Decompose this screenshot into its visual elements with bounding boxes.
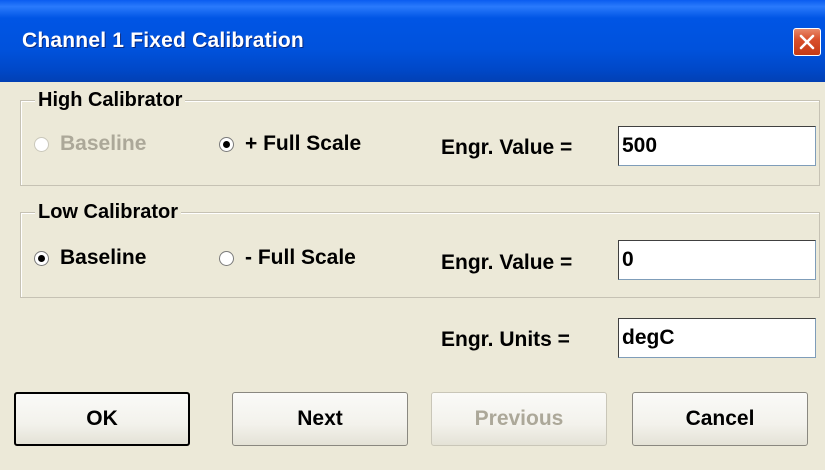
low-full-scale-radio[interactable]: - Full Scale [219,246,356,270]
high-baseline-radio[interactable]: Baseline [34,132,146,156]
previous-button[interactable]: Previous [431,392,607,446]
close-button[interactable] [793,28,821,56]
high-full-scale-radio[interactable]: + Full Scale [219,132,361,156]
cancel-button[interactable]: Cancel [632,392,808,446]
radio-button-selected-icon [34,250,49,266]
low-engr-value-input[interactable] [618,240,816,280]
radio-button-icon [219,250,234,266]
window-title: Channel 1 Fixed Calibration [22,29,304,52]
low-engr-value-label: Engr. Value = [441,251,573,274]
low-full-scale-label: - Full Scale [245,246,356,269]
high-full-scale-label: + Full Scale [245,132,362,155]
low-baseline-radio[interactable]: Baseline [34,246,146,270]
high-engr-value-input[interactable] [618,126,816,166]
high-engr-value-label: Engr. Value = [441,136,573,159]
calibration-dialog: Channel 1 Fixed Calibration High Calibra… [0,0,825,470]
next-button[interactable]: Next [232,392,408,446]
title-bar[interactable]: Channel 1 Fixed Calibration [0,0,825,82]
high-baseline-label: Baseline [60,132,147,155]
ok-button[interactable]: OK [14,392,190,446]
engr-units-label: Engr. Units = [441,328,570,351]
radio-button-icon [34,136,49,152]
low-calibrator-legend: Low Calibrator [35,200,182,224]
high-calibrator-legend: High Calibrator [35,88,186,112]
low-baseline-label: Baseline [60,246,147,269]
radio-button-selected-icon [219,136,234,152]
engr-units-input[interactable] [618,318,816,358]
